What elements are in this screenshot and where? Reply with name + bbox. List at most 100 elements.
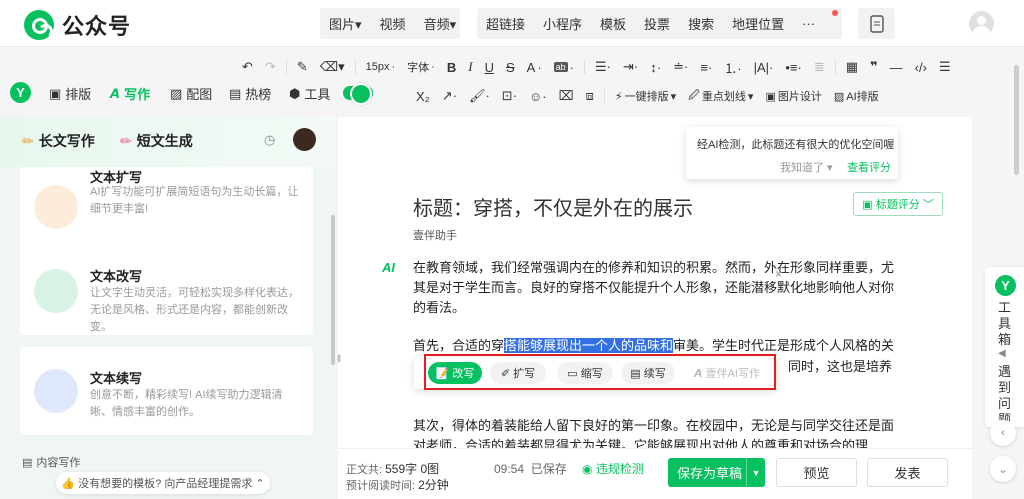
card-text-expand[interactable]: 文本扩写 AI扩写功能可扩展简短语句为生动长篇，让细节更丰富! [20, 167, 313, 251]
card-text-continue[interactable]: 文本续写 创意不断，精彩续写! AI续写助力逻辑清晰、情感丰富的创作。 [20, 347, 313, 435]
paint-icon[interactable]: 🖌· [463, 88, 496, 104]
tab-tools[interactable]: ⬢ 工具 [289, 84, 330, 103]
paragraph-spacing-icon[interactable]: ≐· [667, 59, 694, 75]
drag-handle-icon[interactable]: ‖ [337, 354, 341, 365]
insert-link-button[interactable]: 超链接 [477, 14, 534, 33]
tools-icon: ⬢ [289, 85, 301, 101]
image-icon: ▨ [170, 85, 183, 101]
insert-miniprogram-button[interactable]: 小程序 [534, 14, 591, 33]
quote-icon[interactable]: ❞ [864, 59, 884, 75]
insert-image-menu[interactable]: 图片▾ [320, 14, 371, 33]
paragraph-3[interactable]: 其次，得体的着装能给人留下良好的第一印象。在校园中，无论是与同学交往还是面 [413, 416, 898, 436]
panel-toggle[interactable] [343, 83, 373, 105]
tab-short-form-writing[interactable]: ✏ 短文生成 [120, 131, 193, 151]
link-style-icon[interactable]: ↗· [436, 88, 463, 104]
more-format-icon[interactable]: ☰ [933, 59, 957, 75]
emoji-icon[interactable]: ☺· [523, 89, 553, 104]
thumb-icon: 👍 [61, 477, 79, 490]
italic-button[interactable]: I [462, 59, 478, 75]
paragraph-1[interactable]: 在教育领域，我们经常强调内在的修养和知识的积累。然而，外在形象同样重要，尤其是对… [413, 258, 898, 318]
ordered-list-icon[interactable]: ⒈· [718, 58, 747, 77]
font-family-select[interactable]: 字体 · [401, 59, 441, 75]
violation-check-button[interactable]: ◉ 违规检测 [582, 460, 644, 477]
unordered-list-icon[interactable]: •≡· [779, 60, 807, 75]
preview-button[interactable]: 预览 [776, 458, 857, 487]
clear-format-icon[interactable]: ⌫▾ [314, 59, 351, 75]
save-options-chevron-icon[interactable]: ▼ [746, 458, 765, 487]
collapse-arrow-icon[interactable]: ◀ [998, 348, 1006, 359]
line-height-icon[interactable]: ↕· [644, 60, 667, 75]
insert-audio-menu[interactable]: 音频▾ [415, 14, 466, 33]
article-title[interactable]: 标题：穿搭，不仅是外在的展示 [413, 192, 693, 221]
shield-check-icon: ◉ [582, 462, 593, 476]
align-left-icon[interactable]: ☰· [589, 59, 617, 75]
paragraph-2[interactable]: 首先，合适的穿搭能够展现出一个人的品味和审美。学生时代正是形成个人风格的关 [413, 336, 898, 356]
undo-icon[interactable]: ↶ [236, 59, 259, 75]
read-time: 预计阅读时间: 2分钟 [346, 478, 449, 492]
case-icon[interactable]: ⧈ [580, 88, 600, 104]
table-icon[interactable]: ▦ [840, 59, 864, 75]
feedback-label[interactable]: 遇到问题 [998, 364, 1012, 428]
feedback-link[interactable]: 👍 没有想要的模板? 向产品经理提需求 ⌃ [56, 472, 270, 494]
insert-vote-button[interactable]: 投票 [635, 14, 679, 33]
wechat-logo-icon [24, 10, 54, 40]
ai-layout-button[interactable]: ▨ AI排版 [828, 88, 885, 104]
save-draft-button[interactable]: 保存为草稿 ▼ [668, 458, 765, 487]
insert-location-button[interactable]: 地理位置 [723, 14, 793, 33]
history-icon[interactable]: ◷ [264, 132, 275, 148]
paragraph-3-line-2[interactable]: 对老师，合适的着装都显得尤为关键。它能够展现出对他人的尊重和对场合的理 [413, 436, 898, 448]
insert-image-icon[interactable]: ⊡· [496, 88, 523, 104]
title-score-button[interactable]: ▣ 标题评分 ﹀ [853, 192, 943, 216]
font-color-button[interactable]: A · [521, 60, 548, 75]
html-icon[interactable]: ⌧ [553, 88, 580, 104]
align-justify-icon[interactable]: ≡· [694, 60, 718, 75]
paragraph-2-line-2[interactable]: 同时，这也是培养 [788, 357, 898, 377]
panel-scrollbar[interactable] [331, 215, 335, 365]
publish-button[interactable]: 发表 [867, 458, 948, 487]
scroll-up-icon[interactable]: ‹ [990, 420, 1016, 446]
redo-icon[interactable]: ↷ [259, 59, 282, 75]
strikethrough-button[interactable]: S [500, 60, 521, 75]
user-avatar[interactable] [969, 11, 994, 36]
tab-images[interactable]: ▨ 配图 [170, 84, 212, 103]
horizontal-rule-icon[interactable]: — [884, 60, 909, 75]
underline-button[interactable]: U [479, 60, 500, 75]
font-size-select[interactable]: 15px · [360, 61, 402, 73]
format-brush-icon[interactable]: ✎ [291, 59, 314, 75]
view-score-link[interactable]: 查看评分 [847, 159, 891, 175]
one-click-layout-menu[interactable]: ⚡ 一键排版 ▾ [609, 88, 682, 104]
code-icon[interactable]: ‹/› [909, 60, 933, 75]
subscript-button[interactable]: X₂ [410, 89, 436, 104]
highlight-button[interactable]: ab · [548, 60, 580, 75]
tab-long-form-writing[interactable]: ✏ 长文写作 [22, 131, 95, 151]
logo[interactable]: 公众号 [24, 9, 131, 41]
divider [584, 60, 586, 74]
editor-scrollbar[interactable] [1014, 65, 1019, 175]
insert-template-button[interactable]: 模板 [591, 14, 635, 33]
image-design-button[interactable]: ▣ 图片设计 [759, 88, 827, 104]
tab-writing[interactable]: 𝘼 写作 [110, 84, 150, 103]
article-author[interactable]: 壹伴助手 [413, 227, 457, 243]
tab-trending[interactable]: ▤ 热榜 [229, 84, 271, 103]
insert-video-button[interactable]: 视频 [371, 14, 415, 33]
pencil-icon: ✏ [120, 132, 132, 149]
indent-icon[interactable]: ⇥· [617, 59, 644, 75]
toolbox-label[interactable]: 工具箱 [998, 300, 1012, 348]
tab-layout[interactable]: ▣ 排版 [49, 84, 91, 103]
section-label: ▤ 内容写作 [22, 456, 81, 470]
more-button[interactable]: ··· [793, 16, 824, 31]
highlight-line-menu[interactable]: 🖉 重点划线 ▾ [682, 87, 759, 106]
format-toolbar-row-1: ↶ ↷ ✎ ⌫▾ 15px · 字体 · B I U S A · ab · ☰· ⇥· … [236, 53, 957, 81]
save-status: 09:54 已保存 [494, 462, 567, 476]
bold-button[interactable]: B [441, 60, 462, 75]
card-text-rewrite[interactable]: 文本改写 让文字生动灵活，可轻松实现多样化表达，无论是风格、形式还是内容，都能创… [20, 247, 313, 335]
close-icon[interactable]: × [775, 267, 782, 281]
letter-spacing-icon[interactable]: |A|· [748, 60, 780, 75]
hint-dismiss-button[interactable]: 我知道了 ▾ [780, 159, 833, 175]
text-direction-icon[interactable]: ≣ [808, 59, 831, 75]
mobile-preview-icon[interactable] [858, 8, 895, 39]
app-name: 公众号 [62, 14, 132, 39]
chevron-down-double-icon[interactable]: ⌄ [990, 456, 1016, 482]
profile-avatar[interactable] [293, 128, 316, 151]
insert-search-button[interactable]: 搜索 [679, 14, 723, 33]
